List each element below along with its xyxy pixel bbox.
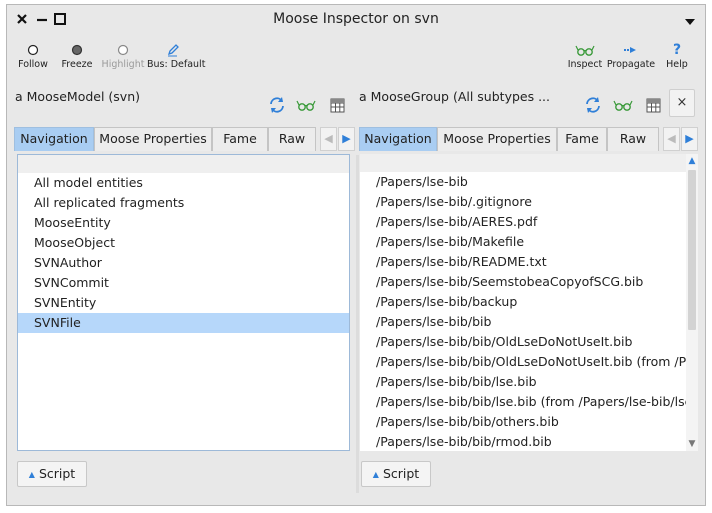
tab-navigation[interactable]: Navigation bbox=[359, 127, 437, 151]
list-item[interactable]: SVNFile bbox=[18, 313, 349, 333]
tab-scroll-right-icon[interactable]: ▶ bbox=[681, 127, 698, 151]
list-item[interactable]: All model entities bbox=[18, 173, 349, 193]
list-item[interactable]: /Papers/lse-bib/bib/others.bib bbox=[360, 412, 686, 432]
inspect-button[interactable]: Inspect bbox=[559, 41, 611, 75]
table-icon[interactable] bbox=[643, 95, 663, 115]
window-menu-icon[interactable] bbox=[685, 15, 695, 25]
list-item[interactable]: MooseObject bbox=[18, 233, 349, 253]
glasses-icon[interactable] bbox=[613, 95, 633, 115]
list-item[interactable]: /Papers/lse-bib/bib bbox=[360, 312, 686, 332]
question-icon: ? bbox=[672, 42, 682, 58]
title-bar: Moose Inspector on svn bbox=[7, 5, 705, 35]
list-item[interactable]: /Papers/lse-bib/bib/OldLseDoNotUseIt.bib… bbox=[360, 352, 686, 372]
triangle-up-icon: ▲ bbox=[28, 470, 35, 479]
vertical-scrollbar[interactable]: ▲ ▼ bbox=[686, 154, 698, 451]
script-label: Script bbox=[38, 466, 76, 481]
left-script-button[interactable]: ▲ Script bbox=[17, 461, 87, 487]
right-pane-title: a MooseGroup (All subtypes ... bbox=[359, 89, 550, 104]
list-item[interactable]: SVNEntity bbox=[18, 293, 349, 313]
list-item[interactable]: /Papers/lse-bib/backup bbox=[360, 292, 686, 312]
list-item[interactable]: /Papers/lse-bib/bib/lse.bib (from /Paper… bbox=[360, 392, 686, 412]
list-header bbox=[360, 154, 686, 172]
help-button[interactable]: ? Help bbox=[655, 41, 699, 75]
list-item[interactable]: /Papers/lse-bib/AERES.pdf bbox=[360, 212, 686, 232]
propagate-label: Propagate bbox=[606, 59, 656, 70]
list-header bbox=[18, 155, 349, 173]
table-icon[interactable] bbox=[327, 95, 347, 115]
list-item[interactable]: /Papers/lse-bib/SeemstobeaCopyofSCG.bib bbox=[360, 272, 686, 292]
list-item[interactable]: /Papers/lse-bib/.gitignore bbox=[360, 192, 686, 212]
tab-raw[interactable]: Raw bbox=[607, 127, 659, 151]
scroll-down-icon[interactable]: ▼ bbox=[686, 437, 698, 451]
close-pane-button[interactable]: × bbox=[669, 89, 695, 117]
hollow-circle-icon bbox=[97, 41, 149, 59]
refresh-icon[interactable] bbox=[583, 95, 603, 115]
list-item[interactable]: /Papers/lse-bib/bib/rmod.bib bbox=[360, 432, 686, 452]
highlight-button[interactable]: Highlight bbox=[97, 41, 149, 75]
script-label: Script bbox=[382, 466, 420, 481]
list-item[interactable]: SVNCommit bbox=[18, 273, 349, 293]
left-pane-title: a MooseModel (svn) bbox=[15, 89, 141, 104]
inspector-window: Moose Inspector on svn Follow Freeze Hig… bbox=[6, 4, 706, 506]
pane-splitter[interactable] bbox=[356, 155, 359, 493]
list-item[interactable]: MooseEntity bbox=[18, 213, 349, 233]
list-item[interactable]: All replicated fragments bbox=[18, 193, 349, 213]
tab-moose-properties[interactable]: Moose Properties bbox=[94, 127, 212, 151]
glasses-icon bbox=[559, 41, 611, 59]
help-label: Help bbox=[666, 59, 688, 70]
tab-scroll-left-icon[interactable]: ◀ bbox=[663, 127, 680, 151]
highlight-label: Highlight bbox=[101, 59, 145, 70]
window-title: Moose Inspector on svn bbox=[273, 11, 439, 27]
list-item[interactable]: /Papers/lse-bib/README.txt bbox=[360, 252, 686, 272]
tab-fame[interactable]: Fame bbox=[557, 127, 607, 151]
triangle-up-icon: ▲ bbox=[372, 470, 379, 479]
list-item[interactable]: SVNAuthor bbox=[18, 253, 349, 273]
list-item[interactable]: /Papers/lse-bib/bib/lse.bib bbox=[360, 372, 686, 392]
right-entity-list[interactable]: /Papers/lse-bib/Papers/lse-bib/.gitignor… bbox=[360, 154, 698, 451]
left-entity-list[interactable]: All model entities All replicated fragmen… bbox=[17, 154, 350, 451]
left-tab-bar: Navigation Moose Properties Fame Raw ◀ ▶ bbox=[14, 127, 356, 151]
freeze-label: Freeze bbox=[61, 59, 93, 70]
pencil-icon bbox=[147, 41, 199, 59]
bus-button[interactable]: Bus: Default bbox=[147, 41, 206, 75]
arrow-right-icon bbox=[605, 41, 657, 59]
list-item[interactable]: /Papers/lse-bib/bib/OldLseDoNotUseIt.bib bbox=[360, 332, 686, 352]
bus-label: Bus: Default bbox=[147, 59, 206, 70]
list-item[interactable]: /Papers/lse-bib bbox=[360, 172, 686, 192]
propagate-button[interactable]: Propagate bbox=[605, 41, 657, 75]
scroll-up-icon[interactable]: ▲ bbox=[686, 154, 698, 168]
filled-circle-icon bbox=[51, 41, 103, 59]
refresh-icon[interactable] bbox=[267, 95, 287, 115]
inspect-label: Inspect bbox=[567, 59, 603, 70]
scrollbar-thumb[interactable] bbox=[688, 170, 696, 330]
tab-raw[interactable]: Raw bbox=[268, 127, 316, 151]
glasses-icon[interactable] bbox=[296, 95, 316, 115]
right-tab-bar: Navigation Moose Properties Fame Raw ◀ ▶ bbox=[359, 127, 699, 151]
right-script-button[interactable]: ▲ Script bbox=[361, 461, 431, 487]
list-item[interactable]: /Papers/lse-bib/Makefile bbox=[360, 232, 686, 252]
tab-scroll-left-icon[interactable]: ◀ bbox=[320, 127, 337, 151]
tab-moose-properties[interactable]: Moose Properties bbox=[437, 127, 557, 151]
tab-scroll-right-icon[interactable]: ▶ bbox=[338, 127, 355, 151]
tab-fame[interactable]: Fame bbox=[212, 127, 268, 151]
freeze-button[interactable]: Freeze bbox=[51, 41, 103, 75]
tab-navigation[interactable]: Navigation bbox=[14, 127, 94, 151]
